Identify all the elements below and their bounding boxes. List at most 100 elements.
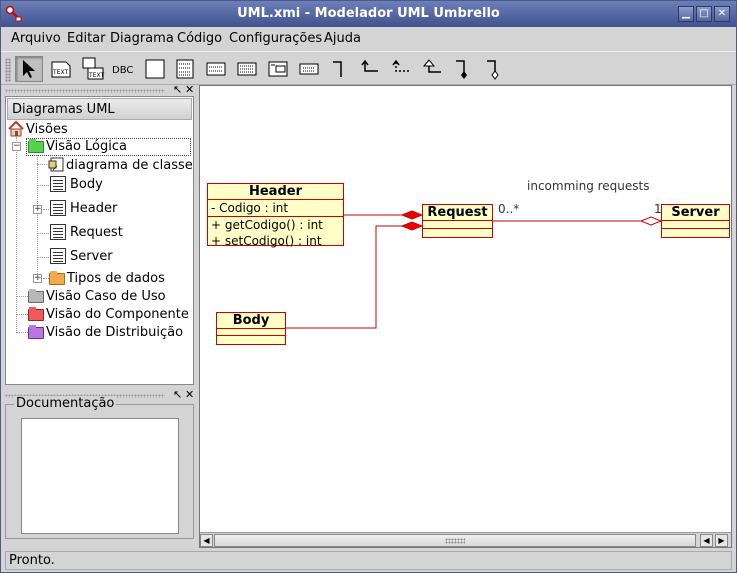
uml-tree-view: Diagramas UML Visões − Visão Lógica diag… [5,96,194,385]
status-bar: Pronto. [5,551,732,570]
box-tool[interactable] [141,56,169,82]
dependency-tool[interactable] [388,56,416,82]
class-name: Header [208,184,343,200]
undock-icon[interactable]: ↖ [173,83,182,96]
tree-line [37,164,47,165]
generalization-icon [423,59,441,73]
text-note-icon: TEXT [51,61,71,78]
tree-item-visao-logica[interactable]: Visão Lógica [28,138,127,154]
tree-line [16,332,28,333]
expand-tipos-de-dados[interactable]: + [33,274,42,283]
scroll-left-button-2[interactable]: ◀ [700,534,713,547]
dock-grip [5,89,165,93]
tree-item-server[interactable]: Server [50,248,113,264]
interface-tool[interactable] [202,56,230,82]
box-icon [145,59,165,79]
green-folder-icon [28,138,44,153]
association-tool[interactable] [326,56,354,82]
scroll-left-button[interactable]: ◀ [200,534,213,547]
directional-association-tool[interactable] [357,56,385,82]
class-name: Server [662,205,729,221]
scrollbar-thumb[interactable] [214,534,696,547]
composition-diamond [400,210,424,220]
association-name-label[interactable]: incomming requests [527,179,650,193]
close-button[interactable]: ✕ [714,6,730,22]
tree-item-diagrama-de-classe[interactable]: diagrama de classe [48,157,193,173]
class-icon [50,176,66,192]
composition-icon [456,60,467,79]
text-box-tool[interactable]: TEXT [79,56,107,82]
tree-line [43,209,49,210]
tree-label: diagrama de classe [66,157,193,173]
documentation-textarea[interactable] [21,418,179,534]
package-icon [299,63,319,75]
tree-line [37,155,38,280]
class-name: Body [217,313,285,329]
generalization-tool[interactable] [419,56,447,82]
menu-arquivo[interactable]: Arquivo [11,31,61,46]
class-icon [176,59,194,79]
datatype-icon [237,62,257,76]
package-tool[interactable] [295,56,323,82]
minimize-button[interactable]: ▁ [678,6,694,22]
multiplicity-server[interactable]: 1 [654,202,662,216]
uml-class-request[interactable]: Request [422,204,493,238]
class-icon [50,200,66,216]
tree-item-request[interactable]: Request [50,224,123,240]
tree-item-visao-de-distribuicao[interactable]: Visão de Distribuição [28,324,183,340]
gray-folder-icon [28,288,44,303]
enum-icon [268,61,288,77]
collapse-visao-logica[interactable]: − [12,142,21,151]
menu-ajuda[interactable]: Ajuda [324,31,361,46]
class-icon [50,248,66,264]
class-operations [423,229,492,237]
uml-class-header[interactable]: Header - Codigo : int + getCodigo() : in… [207,183,344,248]
menu-editar[interactable]: Editar [67,31,106,46]
documentation-label: Documentação [14,396,117,411]
tree-dock-handle[interactable]: ↖ ✕ [5,83,195,96]
class-operations [662,229,729,237]
tree-item-visao-caso-de-uso[interactable]: Visão Caso de Uso [28,288,166,304]
tree-item-visoes[interactable]: Visões [8,121,68,137]
diagram-toolbar: TEXT TEXT DBC [1,51,736,85]
tree-label: Visão Caso de Uso [46,289,166,304]
tree-item-tipos-de-dados[interactable]: Tipos de dados [49,270,165,286]
scroll-right-button[interactable]: ▶ [715,534,728,547]
composition-tool[interactable] [450,56,478,82]
dbc-tool[interactable]: DBC [109,56,137,82]
tree-item-header[interactable]: Header [50,200,117,216]
attribute: - Codigo : int [211,201,289,215]
interface-icon [206,62,226,76]
menu-configuracoes[interactable]: Configurações [229,31,322,46]
diagram-view: Header - Codigo : int + getCodigo() : in… [199,85,732,548]
uml-class-body[interactable]: Body [216,312,286,345]
tree-item-body[interactable]: Body [50,176,103,192]
text-box-label: TEXT [88,72,104,79]
window-title: UML.xmi - Modelador UML Umbrello [237,6,500,21]
menu-codigo[interactable]: Código [177,31,222,46]
dbc-label: DBC [112,65,133,76]
undock-icon[interactable]: ↖ [173,388,182,401]
enum-tool[interactable] [264,56,292,82]
expand-header[interactable]: + [33,205,42,214]
class-tool[interactable] [171,56,199,82]
tree-line [37,233,49,234]
datatype-tool[interactable] [233,56,261,82]
select-arrow-tool[interactable] [15,56,43,82]
menu-diagrama[interactable]: Diagrama [110,31,174,46]
multiplicity-request[interactable]: 0..* [498,202,519,216]
dock-close-icon[interactable]: ✕ [185,388,194,401]
title-bar[interactable]: UML.xmi - Modelador UML Umbrello ▁ □ ✕ [1,1,736,27]
tree-item-visao-do-componente[interactable]: Visão do Componente [28,306,189,322]
diagram-canvas[interactable]: Header - Codigo : int + getCodigo() : in… [200,86,731,531]
uml-class-server[interactable]: Server [661,204,730,238]
dock-close-icon[interactable]: ✕ [185,83,194,96]
horizontal-scrollbar[interactable]: ◀ ◀ ▶ [200,532,731,547]
text-note-tool[interactable]: TEXT [47,56,75,82]
maximize-button[interactable]: □ [696,6,712,22]
toolbar-grip[interactable] [5,58,11,82]
tree-column-header[interactable]: Diagramas UML [7,98,192,120]
home-icon [8,121,24,137]
aggregation-tool[interactable] [481,56,509,82]
class-attributes [662,221,729,229]
